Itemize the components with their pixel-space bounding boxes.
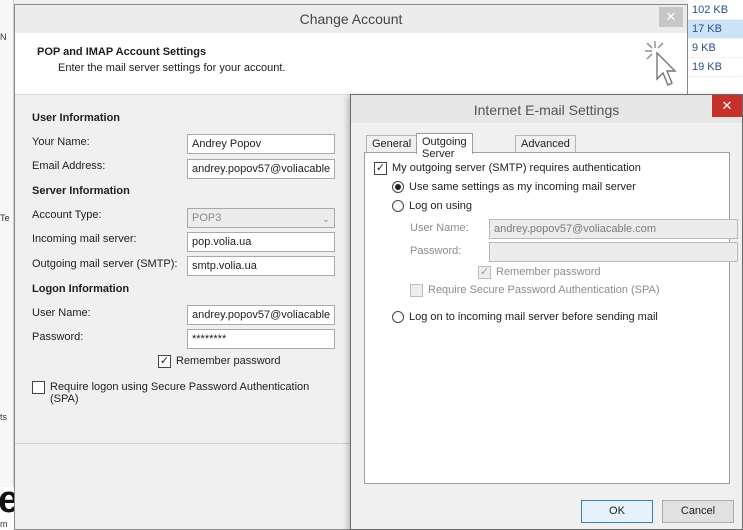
section-user-info: User Information [32, 112, 121, 124]
user-name-label: User Name: [32, 307, 91, 319]
background-window-left-edge: N Te ts [0, 0, 14, 530]
file-size-cell[interactable]: 102 KB [688, 1, 743, 20]
remember-password-label: Remember password [176, 355, 281, 367]
account-type-label: Account Type: [32, 209, 102, 221]
ok-button[interactable]: OK [581, 500, 653, 523]
file-size-cell[interactable]: 17 KB [688, 20, 743, 39]
smtp-auth-checkbox[interactable]: ✓ My outgoing server (SMTP) requires aut… [374, 162, 641, 175]
header-subtitle: Enter the mail server settings for your … [58, 62, 286, 74]
dialog-title: Change Account [299, 11, 403, 27]
outgoing-server-label: Outgoing mail server (SMTP): [32, 258, 178, 270]
spa-checkbox[interactable]: Require logon using Secure Password Auth… [32, 381, 332, 405]
background-file-list: 102 KB 17 KB 9 KB 19 KB [688, 0, 743, 96]
incoming-server-field[interactable]: pop.volia.ua [187, 232, 335, 252]
close-button[interactable]: ✕ [712, 95, 742, 117]
same-settings-label: Use same settings as my incoming mail se… [409, 181, 636, 193]
background-fragment: N [0, 32, 7, 42]
smtp-spa-label: Require Secure Password Authentication (… [428, 284, 660, 296]
chevron-down-icon: ⌄ [322, 214, 330, 224]
smtp-password-field[interactable] [489, 242, 738, 262]
spa-label: Require logon using Secure Password Auth… [50, 381, 310, 405]
checkmark-icon[interactable]: ✓ [478, 266, 491, 279]
incoming-first-radio[interactable]: Log on to incoming mail server before se… [392, 311, 658, 323]
account-type-select: POP3 ⌄ [187, 208, 335, 228]
email-address-label: Email Address: [32, 160, 106, 172]
smtp-user-name-field[interactable]: andrey.popov57@voliacable.com [489, 219, 738, 239]
outgoing-server-field[interactable]: smtp.volia.ua [187, 256, 335, 276]
section-logon-info: Logon Information [32, 283, 130, 295]
checkbox-empty-icon[interactable] [32, 381, 45, 394]
remember-password-checkbox[interactable]: ✓ Remember password [158, 355, 281, 368]
radio-empty-icon[interactable] [392, 200, 404, 212]
tab-general[interactable]: General [366, 135, 418, 153]
smtp-auth-label: My outgoing server (SMTP) requires authe… [392, 162, 641, 174]
tab-advanced[interactable]: Advanced [515, 135, 576, 153]
password-field[interactable]: ******** [187, 329, 335, 349]
background-fragment: ts [0, 412, 8, 422]
background-fragment: Te [0, 213, 10, 223]
same-settings-radio[interactable]: Use same settings as my incoming mail se… [392, 181, 636, 193]
brand-logo-sub: m [0, 519, 8, 529]
user-name-field[interactable]: andrey.popov57@voliacable [187, 305, 335, 325]
checkmark-icon[interactable]: ✓ [374, 162, 387, 175]
outgoing-server-panel: ✓ My outgoing server (SMTP) requires aut… [364, 152, 738, 484]
header-title: POP and IMAP Account Settings [37, 46, 207, 58]
incoming-first-label: Log on to incoming mail server before se… [409, 311, 658, 323]
close-button[interactable]: ✕ [659, 7, 683, 27]
section-server-info: Server Information [32, 185, 130, 197]
smtp-spa-checkbox[interactable]: Require Secure Password Authentication (… [410, 284, 660, 297]
cursor-click-icon [645, 41, 677, 86]
change-account-titlebar[interactable]: Change Account ✕ [15, 5, 687, 33]
file-size-cell[interactable]: 9 KB [688, 39, 743, 58]
smtp-user-name-label: User Name: [410, 222, 469, 234]
checkmark-icon[interactable]: ✓ [158, 355, 171, 368]
internet-email-settings-dialog: Internet E-mail Settings ✕ General Outgo… [350, 94, 743, 530]
logon-using-label: Log on using [409, 200, 472, 212]
dialog-title: Internet E-mail Settings [473, 102, 620, 118]
cancel-button[interactable]: Cancel [662, 500, 734, 523]
email-address-field[interactable]: andrey.popov57@voliacable [187, 159, 335, 179]
your-name-label: Your Name: [32, 136, 90, 148]
radio-empty-icon[interactable] [392, 311, 404, 323]
file-size-cell[interactable]: 19 KB [688, 58, 743, 77]
dialog-header: POP and IMAP Account Settings Enter the … [15, 33, 687, 95]
logon-using-radio[interactable]: Log on using [392, 200, 472, 212]
smtp-remember-password-checkbox[interactable]: ✓ Remember password [478, 266, 601, 279]
radio-selected-icon[interactable] [392, 181, 404, 193]
password-label: Password: [32, 331, 84, 343]
smtp-remember-password-label: Remember password [496, 266, 601, 278]
your-name-field[interactable]: Andrey Popov [187, 134, 335, 154]
smtp-password-label: Password: [410, 245, 462, 257]
internet-settings-titlebar[interactable]: Internet E-mail Settings ✕ [351, 95, 742, 123]
checkbox-empty-icon[interactable] [410, 284, 423, 297]
account-type-value: POP3 [192, 212, 222, 224]
tab-outgoing-server[interactable]: Outgoing Server [416, 133, 473, 160]
incoming-server-label: Incoming mail server: [32, 233, 137, 245]
